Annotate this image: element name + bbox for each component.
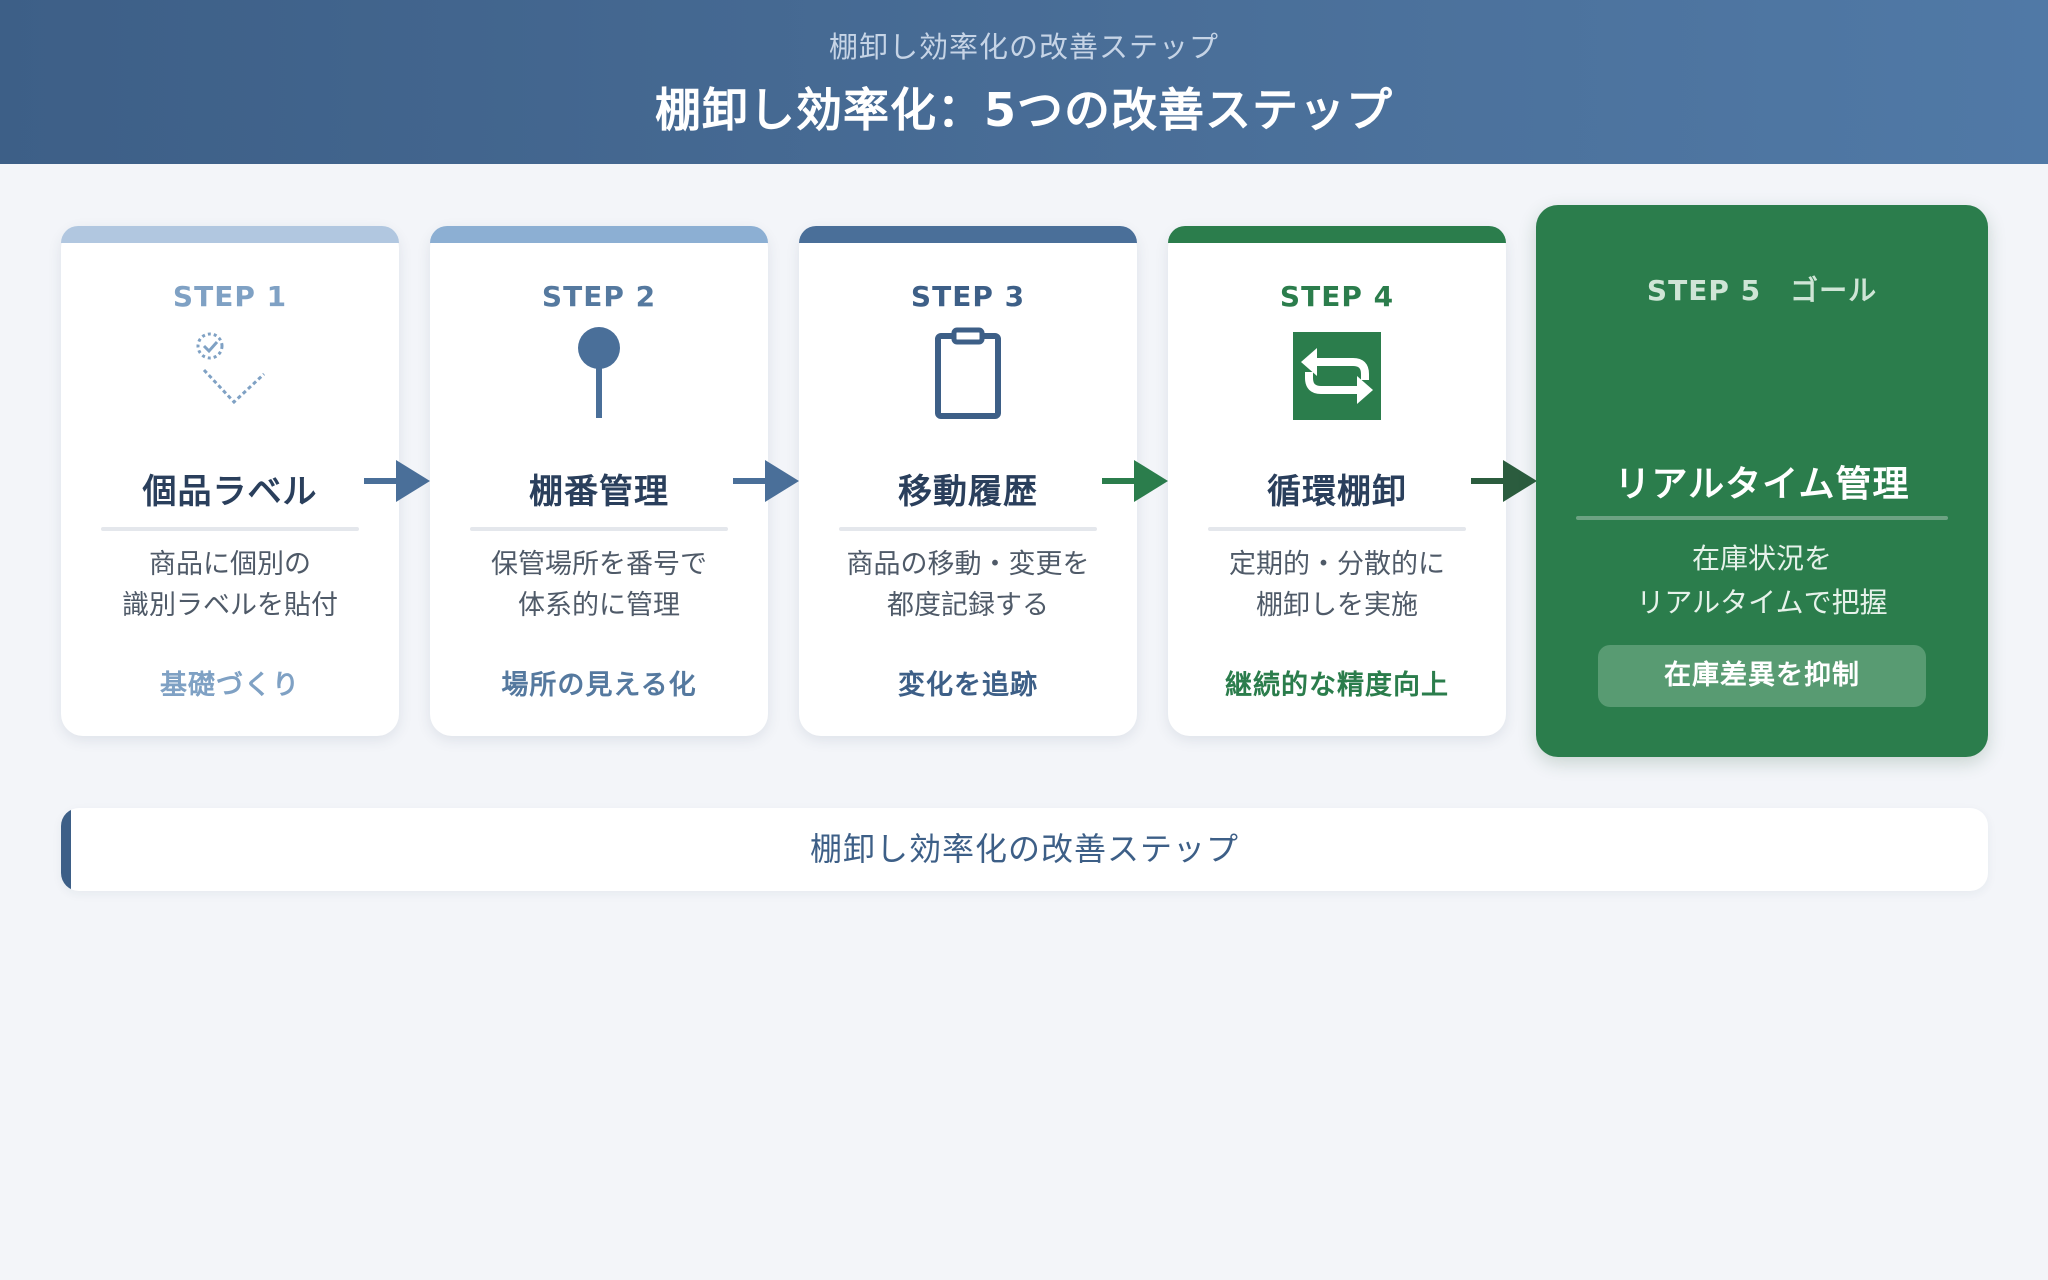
step-description: 商品に個別の 識別ラベルを貼付 [61, 544, 399, 626]
step-result: 変化を追跡 [898, 670, 1038, 701]
caption-box: 棚卸し効率化の改善ステップ [61, 808, 1988, 891]
step-description-line: 棚卸しを実施 [1256, 590, 1418, 621]
arrow-right-icon [364, 460, 430, 502]
step-result: 場所の見える化 [501, 670, 697, 701]
step-description-line: 識別ラベルを貼付 [122, 590, 338, 621]
goal-title: リアルタイム管理 [1614, 464, 1910, 505]
step-description-line: 商品に個別の [149, 549, 311, 580]
step-card-accent-bar [1168, 226, 1506, 243]
step-label: STEP 4 [1279, 280, 1395, 313]
step-title: 個品ラベル [142, 472, 318, 512]
step-card-accent-bar [799, 226, 1137, 243]
step-label: STEP 1 [172, 280, 288, 313]
page-title: 棚卸し効率化：5つの改善ステップ [654, 83, 1393, 137]
step-result: 基礎づくり [160, 670, 300, 701]
caption-text: 棚卸し効率化の改善ステップ [809, 830, 1239, 868]
goal-step-label: STEP 5 ゴール [1646, 274, 1878, 307]
step-divider [839, 527, 1097, 531]
tag-check-icon [61, 326, 399, 426]
goal-description-line: リアルタイムで把握 [1636, 586, 1888, 619]
goal-badge: 在庫差異を抑制 [1598, 645, 1926, 707]
step-description: 保管場所を番号で 体系的に管理 [430, 544, 768, 626]
location-pin-icon [430, 326, 768, 426]
step-card-accent-bar [430, 226, 768, 243]
step-card-2: STEP 2 棚番管理 保管場所を番号で 体系的に管理 場所の見える化 [430, 226, 768, 736]
step-card-3: STEP 3 移動履歴 商品の移動・変更を 都度記録する 変化を追跡 [799, 226, 1137, 736]
step-title: 循環棚卸 [1267, 472, 1407, 512]
step-card-1: STEP 1 個品ラベル 商品に個別の 識別ラベルを貼付 基礎づくり [61, 226, 399, 736]
cycle-arrows-icon [1168, 326, 1506, 426]
arrow-right-icon [1102, 460, 1168, 502]
step-divider [101, 527, 359, 531]
goal-description-line: 在庫状況を [1691, 542, 1832, 575]
step-description: 商品の移動・変更を 都度記録する [799, 544, 1137, 626]
step-result: 継続的な精度向上 [1225, 670, 1449, 701]
page-subtitle: 棚卸し効率化の改善ステップ [828, 30, 1219, 64]
goal-divider [1576, 516, 1948, 520]
arrow-right-icon [733, 460, 799, 502]
clipboard-icon [799, 326, 1137, 426]
step-title: 棚番管理 [529, 472, 669, 512]
step-description-line: 都度記録する [887, 590, 1049, 621]
step-card-accent-bar [61, 226, 399, 243]
step-description-line: 体系的に管理 [518, 590, 680, 621]
goal-card: STEP 5 ゴール リアルタイム管理 在庫状況を リアルタイムで把握 在庫差異… [1536, 205, 1988, 757]
step-label: STEP 2 [541, 280, 657, 313]
step-description-line: 保管場所を番号で [491, 549, 707, 580]
step-card-4: STEP 4 循環棚卸 定期的・分散的に 棚卸しを実施 継続的な精度向上 [1168, 226, 1506, 736]
step-divider [470, 527, 728, 531]
step-title: 移動履歴 [898, 472, 1038, 512]
goal-description: 在庫状況を リアルタイムで把握 [1536, 537, 1988, 625]
step-label: STEP 3 [910, 280, 1026, 313]
arrow-right-icon [1471, 460, 1537, 502]
step-description-line: 商品の移動・変更を [846, 549, 1090, 580]
step-divider [1208, 527, 1466, 531]
step-description: 定期的・分散的に 棚卸しを実施 [1168, 544, 1506, 626]
header-banner: 棚卸し効率化の改善ステップ 棚卸し効率化：5つの改善ステップ [0, 0, 2048, 164]
step-description-line: 定期的・分散的に [1229, 549, 1445, 580]
